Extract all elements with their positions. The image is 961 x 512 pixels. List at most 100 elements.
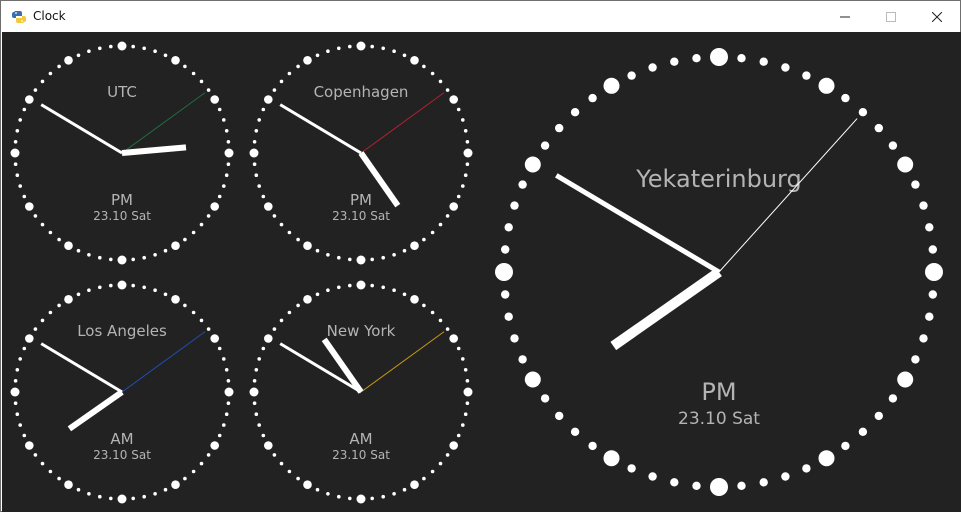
window-title: Clock xyxy=(33,9,66,23)
minute-marker xyxy=(422,237,426,242)
minute-marker xyxy=(15,412,20,417)
minute-marker xyxy=(98,255,102,260)
hour-marker xyxy=(64,480,73,490)
clock-utc: UTC PM23.10 Sat xyxy=(10,41,234,265)
minute-marker xyxy=(252,162,257,166)
minute-marker xyxy=(781,63,790,72)
hour-marker xyxy=(25,441,34,450)
minute-hand xyxy=(40,342,123,394)
title-bar[interactable]: Clock xyxy=(1,1,960,32)
minute-marker xyxy=(438,222,443,227)
minute-marker xyxy=(370,283,375,288)
hour-marker xyxy=(10,148,20,158)
minute-marker xyxy=(15,368,20,372)
minute-marker xyxy=(588,441,597,451)
minute-marker xyxy=(315,487,320,492)
minute-marker xyxy=(337,285,341,290)
hour-marker xyxy=(224,148,234,158)
minute-marker xyxy=(370,44,375,49)
minute-marker xyxy=(463,129,468,133)
hour-marker xyxy=(171,480,180,490)
hour-marker xyxy=(818,450,835,467)
minute-marker xyxy=(257,423,261,427)
minimize-button[interactable] xyxy=(822,1,868,32)
hour-marker xyxy=(410,480,419,490)
hour-marker xyxy=(224,387,234,397)
hour-marker xyxy=(25,202,34,211)
hour-marker xyxy=(356,494,366,504)
clock-ampm: PM xyxy=(701,378,736,406)
close-button[interactable] xyxy=(914,1,960,32)
hour-marker xyxy=(264,202,273,211)
maximize-button[interactable] xyxy=(868,1,914,32)
hour-marker xyxy=(356,280,366,290)
clock-ampm: PM xyxy=(111,191,133,209)
minute-marker xyxy=(555,411,564,421)
clock-faces: UTCPM23.10 SatCopenhagenPM23.10 SatLos A… xyxy=(10,41,943,504)
clock-ampm: AM xyxy=(349,430,372,448)
second-hand xyxy=(718,118,858,273)
minute-marker xyxy=(315,248,320,253)
hour-marker xyxy=(463,148,473,158)
minute-marker xyxy=(540,141,550,150)
minute-marker xyxy=(925,312,934,321)
hour-hand xyxy=(610,267,722,351)
minute-marker xyxy=(76,248,81,253)
minute-marker xyxy=(261,346,266,351)
minute-marker xyxy=(445,214,450,218)
hour-marker xyxy=(64,295,73,304)
minute-marker xyxy=(191,71,196,76)
minute-marker xyxy=(272,453,277,457)
minute-marker xyxy=(456,194,461,199)
minute-marker xyxy=(40,222,45,227)
minute-marker xyxy=(465,162,470,166)
minute-marker xyxy=(287,310,292,315)
clock-city-name: Copenhagen xyxy=(314,83,409,101)
minute-marker xyxy=(461,184,465,188)
minute-marker xyxy=(570,108,580,117)
minute-marker xyxy=(888,141,898,150)
minute-marker xyxy=(98,285,102,290)
hour-marker xyxy=(449,334,459,343)
minute-marker xyxy=(402,292,407,297)
minute-marker xyxy=(911,180,920,189)
hour-marker xyxy=(449,441,459,450)
minute-marker xyxy=(222,118,226,122)
minute-marker xyxy=(142,285,146,290)
minute-marker xyxy=(87,288,91,293)
minute-marker xyxy=(206,214,211,218)
minute-marker xyxy=(540,394,550,403)
minute-marker xyxy=(627,71,636,80)
hour-hand xyxy=(321,337,364,394)
clock-date: 23.10 Sat xyxy=(332,209,390,223)
minute-marker xyxy=(461,357,465,361)
minute-marker xyxy=(841,441,850,451)
clock-ampm: PM xyxy=(350,191,372,209)
minute-marker xyxy=(252,379,257,383)
minute-marker xyxy=(296,64,300,69)
minute-marker xyxy=(445,453,450,457)
minute-marker xyxy=(142,494,146,499)
hour-marker xyxy=(171,295,180,304)
minute-marker xyxy=(131,283,135,288)
hour-marker xyxy=(495,263,513,281)
minute-marker xyxy=(422,303,426,308)
minute-marker xyxy=(206,327,211,331)
minute-marker xyxy=(510,201,519,210)
minute-marker xyxy=(261,194,266,199)
hour-marker xyxy=(117,41,127,51)
hour-marker xyxy=(249,148,259,158)
hour-marker xyxy=(303,480,312,490)
minute-marker xyxy=(272,327,277,331)
hour-marker xyxy=(897,371,914,388)
minute-hand xyxy=(279,342,362,394)
minute-marker xyxy=(257,118,261,122)
hour-marker xyxy=(524,371,541,388)
minute-marker xyxy=(911,355,920,364)
hour-marker xyxy=(356,41,366,51)
clock-city-name: New York xyxy=(327,322,396,340)
minute-marker xyxy=(254,412,259,417)
hour-marker xyxy=(117,494,127,504)
clock-city-name: UTC xyxy=(107,83,137,101)
hour-marker xyxy=(264,334,273,343)
